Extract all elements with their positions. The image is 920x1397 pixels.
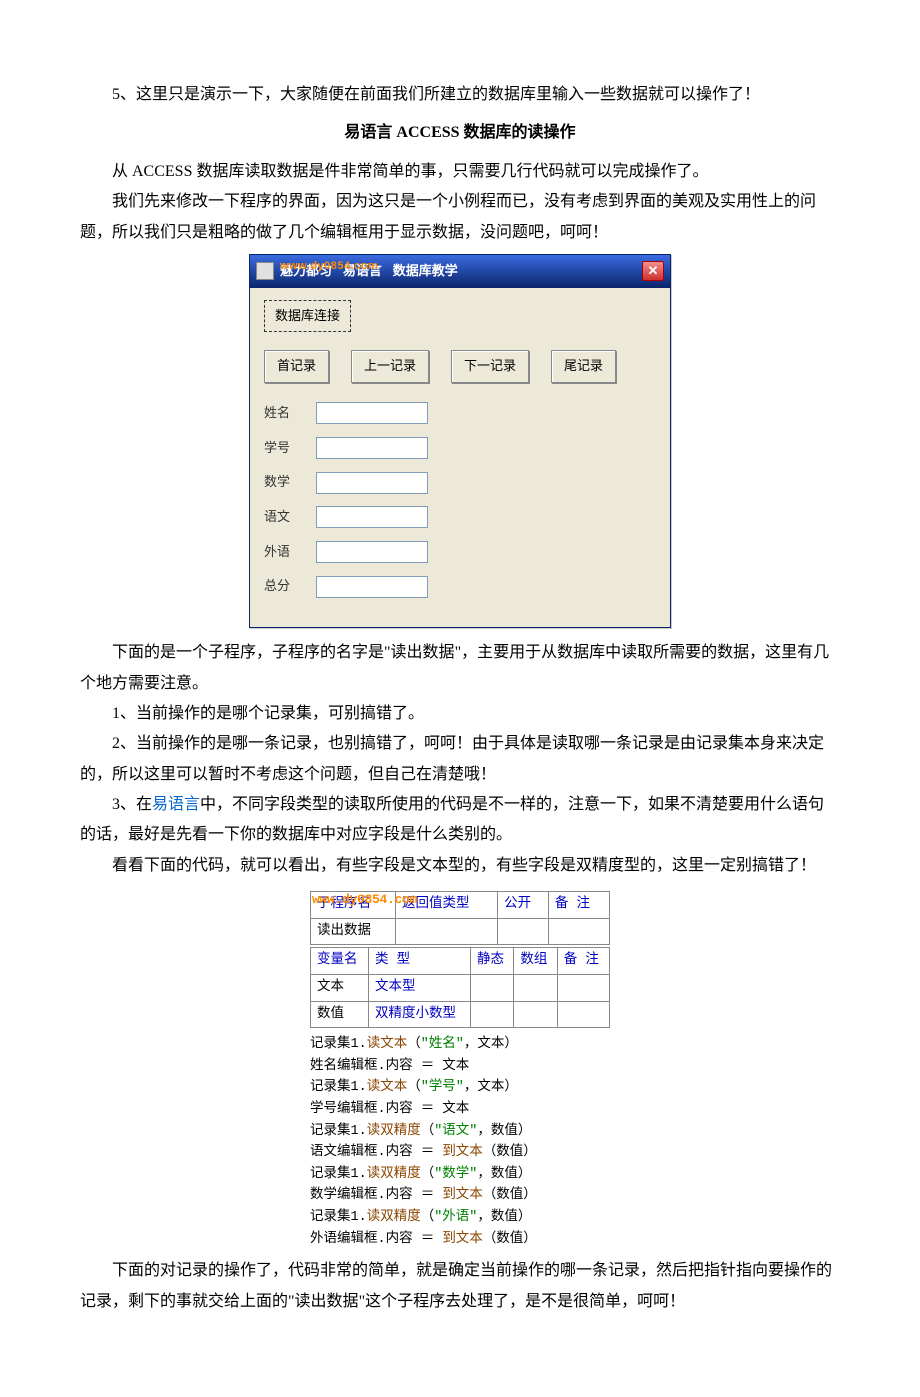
note-2: 2、当前操作的是哪一条记录，也别搞错了，呵呵！由于具体是读取哪一条记录是由记录集… [80,729,840,790]
th-remark2: 备 注 [557,948,609,975]
code-line: 姓名编辑框.内容 ＝ 文本 [310,1056,610,1078]
code-lines: 记录集1.读文本（"姓名"，文本） 姓名编辑框.内容 ＝ 文本 记录集1.读文本… [310,1034,610,1250]
code-line: 记录集1.读双精度（"外语"，数值） [310,1207,610,1229]
label-chinese: 语文 [264,505,304,530]
td-type1: 文本型 [369,975,471,1002]
db-connect-button[interactable]: 数据库连接 [264,300,351,333]
code-line: 语文编辑框.内容 ＝ 到文本（数值） [310,1142,610,1164]
first-record-button[interactable]: 首记录 [264,350,329,383]
section-heading: 易语言 ACCESS 数据库的读操作 [80,118,840,148]
paragraph-intro-1: 从 ACCESS 数据库读取数据是件非常简单的事，只需要几行代码就可以完成操作了… [80,157,840,187]
th-rettype: 返回值类型 [396,892,498,919]
app-window: www.dy0854.com 魅力都匀 易语言 数据库教学 ✕ 数据库连接 首记… [249,254,671,628]
p4a: 下面的是一个子程序，子程序的名字是 [112,644,384,661]
paragraph-code-intro: 看看下面的代码，就可以看出，有些字段是文本型的，有些字段是双精度型的，这里一定别… [80,851,840,881]
watermark-text: www.dy0854.com [280,256,378,277]
paragraph-intro-2: 我们先来修改一下程序的界面，因为这只是一个小例程而已，没有考虑到界面的美观及实用… [80,187,840,248]
td [557,1001,609,1028]
next-record-button[interactable]: 下一记录 [451,350,529,383]
th-public: 公开 [498,892,549,919]
note-3: 3、在易语言中，不同字段类型的读取所使用的代码是不一样的，注意一下，如果不清楚要… [80,790,840,851]
table-row: 变量名 类 型 静态 数组 备 注 [311,948,610,975]
th-type: 类 型 [369,948,471,975]
nav-button-row: 首记录 上一记录 下一记录 尾记录 [264,350,656,383]
input-chinese[interactable] [316,506,428,528]
code-line: 记录集1.读文本（"学号"，文本） [310,1077,610,1099]
field-name: 姓名 [264,401,656,426]
paragraph-intro-2-text: 我们先来修改一下程序的界面，因为这只是一个小例程而已，没有考虑到界面的美观及实用… [80,193,816,240]
paragraph-sub-desc: 下面的是一个子程序，子程序的名字是"读出数据"，主要用于从数据库中读取所需要的数… [80,638,840,699]
td-type2: 双精度小数型 [369,1001,471,1028]
input-foreign[interactable] [316,541,428,563]
label-foreign: 外语 [264,540,304,565]
label-id: 学号 [264,436,304,461]
table-row: 子程序名 返回值类型 公开 备 注 [311,892,610,919]
code-block-wrap: www.dy0854.com 子程序名 返回值类型 公开 备 注 读出数据 变量… [80,891,840,1250]
titlebar: www.dy0854.com 魅力都匀 易语言 数据库教学 ✕ [250,255,670,288]
td-rettype [396,918,498,945]
p7a: 3、在 [112,796,152,813]
td-var2: 数值 [311,1001,369,1028]
label-math: 数学 [264,470,304,495]
td [514,1001,557,1028]
last-record-button[interactable]: 尾记录 [551,350,616,383]
table-row: 读出数据 [311,918,610,945]
note-2-text: 2、当前操作的是哪一条记录，也别搞错了，呵呵！由于具体是读取哪一条记录是由记录集… [80,735,824,782]
field-math: 数学 [264,470,656,495]
close-icon[interactable]: ✕ [642,261,664,281]
table-row: 文本 文本型 [311,975,610,1002]
field-chinese: 语文 [264,505,656,530]
sub-table: 子程序名 返回值类型 公开 备 注 读出数据 [310,891,610,945]
field-total: 总分 [264,574,656,599]
label-total: 总分 [264,574,304,599]
input-total[interactable] [316,576,428,598]
td-subname: 读出数据 [311,918,396,945]
code-line: 外语编辑框.内容 ＝ 到文本（数值） [310,1229,610,1251]
prev-record-button[interactable]: 上一记录 [351,350,429,383]
code-line: 记录集1.读文本（"姓名"，文本） [310,1034,610,1056]
window-title: www.dy0854.com 魅力都匀 易语言 数据库教学 [280,259,458,284]
td [514,975,557,1002]
app-icon [256,262,274,280]
field-id: 学号 [264,436,656,461]
yiyuyan-link[interactable]: 易语言 [152,796,200,813]
input-name[interactable] [316,402,428,424]
title-part-3: 数据库教学 [393,263,458,278]
code-block: www.dy0854.com 子程序名 返回值类型 公开 备 注 读出数据 变量… [310,891,610,1250]
p9b: 这个子程序去处理了，是不是很简单，呵呵！ [365,1293,685,1310]
p9q: 读出数据 [295,1293,359,1310]
paragraph-5: 5、这里只是演示一下，大家随便在前面我们所建立的数据库里输入一些数据就可以操作了… [80,80,840,110]
p4q: 读出数据 [391,644,455,661]
code-line: 数学编辑框.内容 ＝ 到文本（数值） [310,1185,610,1207]
td [471,975,514,1002]
td [471,1001,514,1028]
th-varname: 变量名 [311,948,369,975]
td-public [498,918,549,945]
th-static: 静态 [471,948,514,975]
code-line: 学号编辑框.内容 ＝ 文本 [310,1099,610,1121]
window-body: 数据库连接 首记录 上一记录 下一记录 尾记录 姓名 学号 数学 语文 [250,288,670,628]
note-1: 1、当前操作的是哪个记录集，可别搞错了。 [80,699,840,729]
screenshot-window-wrap: www.dy0854.com 魅力都匀 易语言 数据库教学 ✕ 数据库连接 首记… [80,254,840,628]
th-subname: 子程序名 [311,892,396,919]
td-remark [548,918,609,945]
td [557,975,609,1002]
var-table: 变量名 类 型 静态 数组 备 注 文本 文本型 数值 双精度小数型 [310,947,610,1028]
th-array: 数组 [514,948,557,975]
field-foreign: 外语 [264,540,656,565]
input-math[interactable] [316,472,428,494]
code-line: 记录集1.读双精度（"语文"，数值） [310,1121,610,1143]
code-line: 记录集1.读双精度（"数学"，数值） [310,1164,610,1186]
input-id[interactable] [316,437,428,459]
td-var1: 文本 [311,975,369,1002]
th-remark: 备 注 [548,892,609,919]
table-row: 数值 双精度小数型 [311,1001,610,1028]
paragraph-final: 下面的对记录的操作了，代码非常的简单，就是确定当前操作的哪一条记录，然后把指针指… [80,1256,840,1317]
label-name: 姓名 [264,401,304,426]
